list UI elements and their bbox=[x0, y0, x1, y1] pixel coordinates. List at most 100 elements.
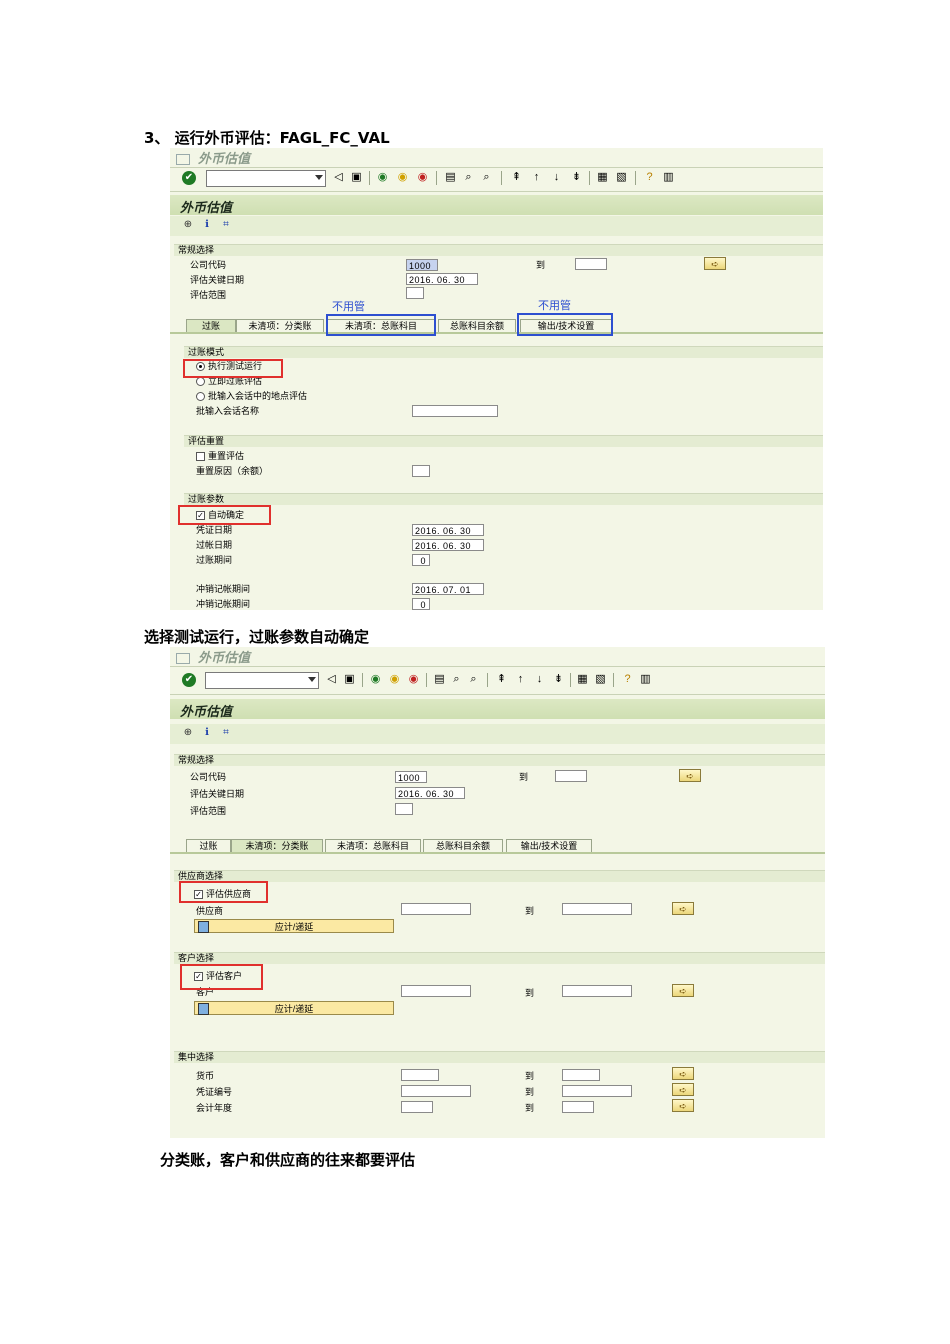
save-icon[interactable]: ▣ bbox=[350, 171, 363, 184]
fiscal-year-multiple-selection-button[interactable]: ➪ bbox=[672, 1099, 694, 1112]
document-date-field[interactable]: 2016. 06. 30 bbox=[412, 524, 484, 536]
currency-to-field[interactable] bbox=[562, 1069, 600, 1081]
help-icon[interactable]: ? bbox=[621, 673, 634, 686]
tab-gl-balance[interactable]: 总账科目余额 bbox=[423, 839, 503, 852]
company-code-to-field[interactable] bbox=[575, 258, 607, 270]
last-page-icon[interactable]: ⇟ bbox=[570, 171, 583, 184]
shortcut-icon[interactable]: ▧ bbox=[594, 673, 607, 686]
reset-valuation-checkbox[interactable]: 重置评估 bbox=[196, 450, 244, 462]
prev-page-icon[interactable]: ↑ bbox=[514, 673, 527, 686]
next-page-icon[interactable]: ↓ bbox=[550, 171, 563, 184]
tab-posting[interactable]: 过账 bbox=[186, 839, 231, 852]
posting-period-field[interactable]: 0 bbox=[412, 554, 430, 566]
last-page-icon[interactable]: ⇟ bbox=[552, 673, 565, 686]
company-code-field[interactable]: 1000 bbox=[406, 259, 438, 271]
chevron-down-icon[interactable] bbox=[315, 175, 323, 180]
back-arrow-icon[interactable]: ◁ bbox=[332, 171, 345, 184]
customer-to-label: 到 bbox=[525, 988, 535, 998]
execute-icon[interactable]: ⊕ bbox=[182, 727, 194, 739]
find-next-icon[interactable]: ⌕ bbox=[480, 171, 493, 184]
to-label: 到 bbox=[519, 772, 529, 782]
cancel-icon[interactable]: ◉ bbox=[416, 171, 429, 184]
enter-icon[interactable]: ✔ bbox=[182, 171, 196, 185]
first-page-icon[interactable]: ⇞ bbox=[510, 171, 523, 184]
central-selection-header: 集中选择 bbox=[174, 1051, 825, 1063]
key-date-label: 评估关键日期 bbox=[190, 789, 245, 799]
vendor-multiple-selection-button[interactable]: ➪ bbox=[672, 902, 694, 915]
key-date-field[interactable]: 2016. 06. 30 bbox=[406, 273, 478, 285]
variant-icon[interactable]: ⌗ bbox=[220, 219, 232, 231]
vendor-accrual-button[interactable]: 应计/递延 bbox=[194, 919, 394, 933]
company-code-field[interactable]: 1000 bbox=[395, 771, 427, 783]
blue-highlight-output-tab bbox=[517, 313, 613, 336]
back-arrow-icon[interactable]: ◁ bbox=[325, 673, 338, 686]
fiscal-year-to-field[interactable] bbox=[562, 1101, 594, 1113]
screen-title-bar: 外币估值 bbox=[170, 699, 825, 720]
valuation-area-label: 评估范围 bbox=[190, 806, 227, 816]
shortcut-icon[interactable]: ▧ bbox=[615, 171, 628, 184]
fiscal-year-from-field[interactable] bbox=[401, 1101, 433, 1113]
valuation-area-field[interactable] bbox=[395, 803, 413, 815]
key-date-field[interactable]: 2016. 06. 30 bbox=[395, 787, 465, 799]
reversal-date-field[interactable]: 2016. 07. 01 bbox=[412, 583, 484, 595]
execute-icon[interactable]: ⊕ bbox=[182, 219, 194, 231]
customer-to-field[interactable] bbox=[562, 985, 632, 997]
back-icon[interactable]: ◉ bbox=[376, 171, 389, 184]
layout-icon[interactable]: ▥ bbox=[639, 673, 652, 686]
variant-icon[interactable]: ⌗ bbox=[220, 727, 232, 739]
tab-open-items-gl[interactable]: 未清项：总账科目 bbox=[325, 839, 421, 852]
layout-icon[interactable]: ▥ bbox=[662, 171, 675, 184]
document-number-from-field[interactable] bbox=[401, 1085, 471, 1097]
customer-accrual-button[interactable]: 应计/递延 bbox=[194, 1001, 394, 1015]
find-next-icon[interactable]: ⌕ bbox=[467, 673, 480, 686]
session-name-field[interactable] bbox=[412, 405, 498, 417]
tab-gl-balance[interactable]: 总账科目余额 bbox=[438, 319, 516, 332]
posting-date-field[interactable]: 2016. 06. 30 bbox=[412, 539, 484, 551]
document-number-multiple-selection-button[interactable]: ➪ bbox=[672, 1083, 694, 1096]
customer-multiple-selection-button[interactable]: ➪ bbox=[672, 984, 694, 997]
print-icon[interactable]: ▤ bbox=[444, 171, 457, 184]
vendor-to-field[interactable] bbox=[562, 903, 632, 915]
print-icon[interactable]: ▤ bbox=[433, 673, 446, 686]
prev-page-icon[interactable]: ↑ bbox=[530, 171, 543, 184]
info-icon[interactable]: ℹ bbox=[201, 727, 213, 739]
command-field[interactable] bbox=[205, 672, 319, 689]
document-number-to-field[interactable] bbox=[562, 1085, 632, 1097]
find-icon[interactable]: ⌕ bbox=[462, 171, 475, 184]
new-session-icon[interactable]: ▦ bbox=[596, 171, 609, 184]
reset-reason-field[interactable] bbox=[412, 465, 430, 477]
window-icon bbox=[176, 154, 190, 165]
info-icon[interactable]: ℹ bbox=[201, 219, 213, 231]
save-icon[interactable]: ▣ bbox=[343, 673, 356, 686]
multiple-selection-button[interactable]: ➪ bbox=[679, 769, 701, 782]
currency-multiple-selection-button[interactable]: ➪ bbox=[672, 1067, 694, 1080]
next-page-icon[interactable]: ↓ bbox=[533, 673, 546, 686]
help-icon[interactable]: ? bbox=[643, 171, 656, 184]
batch-input-radio[interactable]: 批输入会话中的地点评估 bbox=[196, 390, 307, 402]
customer-from-field[interactable] bbox=[401, 985, 471, 997]
find-icon[interactable]: ⌕ bbox=[450, 673, 463, 686]
tab-output-settings[interactable]: 输出/技术设置 bbox=[506, 839, 592, 852]
multiple-selection-button[interactable]: ➪ bbox=[704, 257, 726, 270]
reversal-period-field[interactable]: 0 bbox=[412, 598, 430, 610]
company-code-to-field[interactable] bbox=[555, 770, 587, 782]
currency-from-field[interactable] bbox=[401, 1069, 439, 1081]
valuation-area-field[interactable] bbox=[406, 287, 424, 299]
command-field[interactable] bbox=[206, 170, 326, 187]
tab-open-items-ledger[interactable]: 未清项：分类账 bbox=[231, 839, 323, 852]
red-highlight-test-run bbox=[183, 359, 283, 378]
cancel-icon[interactable]: ◉ bbox=[407, 673, 420, 686]
exit-icon[interactable]: ◉ bbox=[388, 673, 401, 686]
enter-icon[interactable]: ✔ bbox=[182, 673, 196, 687]
first-page-icon[interactable]: ⇞ bbox=[495, 673, 508, 686]
exit-icon[interactable]: ◉ bbox=[396, 171, 409, 184]
chevron-down-icon[interactable] bbox=[308, 677, 316, 682]
ignore-note-2: 不用管 bbox=[538, 300, 571, 312]
new-session-icon[interactable]: ▦ bbox=[576, 673, 589, 686]
document-number-label: 凭证编号 bbox=[196, 1087, 233, 1097]
application-toolbar: ⊕ ℹ ⌗ bbox=[170, 724, 825, 744]
tab-posting[interactable]: 过账 bbox=[186, 319, 236, 332]
back-icon[interactable]: ◉ bbox=[369, 673, 382, 686]
tab-open-items-ledger[interactable]: 未清项：分类账 bbox=[236, 319, 324, 332]
vendor-from-field[interactable] bbox=[401, 903, 471, 915]
